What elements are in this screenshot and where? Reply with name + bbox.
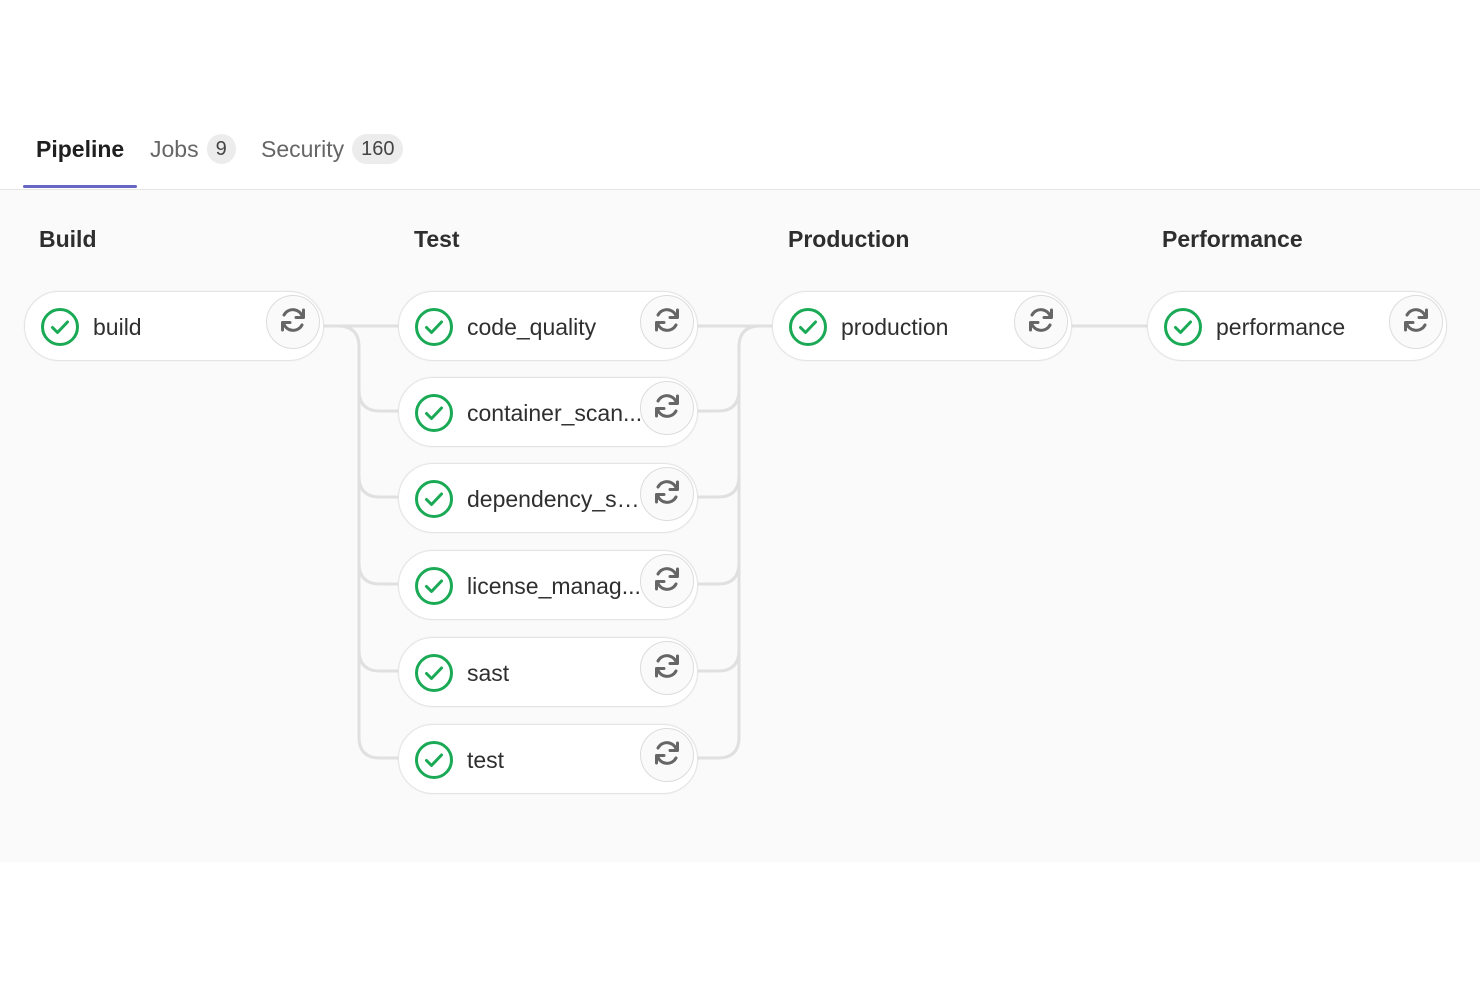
tab-security[interactable]: Security 160 xyxy=(261,128,404,188)
job-name: container_scan... xyxy=(467,400,643,426)
retry-button[interactable] xyxy=(640,728,694,782)
job-name: performance xyxy=(1216,314,1346,340)
retry-button[interactable] xyxy=(640,381,694,435)
job-build[interactable]: build xyxy=(24,291,324,361)
retry-button[interactable] xyxy=(640,295,694,349)
status-success-icon xyxy=(788,307,828,347)
job-container-scanning[interactable]: container_scan... xyxy=(398,377,698,447)
connector-test-merge xyxy=(698,324,772,760)
tab-security-label: Security xyxy=(261,136,345,162)
stage-title-production: Production xyxy=(788,226,910,252)
status-success-icon xyxy=(414,393,454,433)
tab-jobs-label: Jobs xyxy=(150,136,199,162)
connector-merge-dependency xyxy=(698,475,741,499)
retry-button[interactable] xyxy=(266,295,320,349)
connector-test-branch-license xyxy=(357,562,398,586)
pipeline-tabs: Pipeline Jobs 9 Security 160 xyxy=(0,0,1480,190)
retry-icon xyxy=(1026,305,1056,340)
retry-icon xyxy=(652,738,682,773)
stage-title-test: Test xyxy=(414,226,460,252)
job-performance[interactable]: performance xyxy=(1147,291,1447,361)
retry-button[interactable] xyxy=(1014,295,1068,349)
job-name: production xyxy=(841,314,949,340)
job-dependency-scanning[interactable]: dependency_sc... xyxy=(398,463,698,533)
pipeline-graph: Build Test Production Performance build … xyxy=(0,190,1480,862)
status-success-icon xyxy=(414,566,454,606)
job-license-management[interactable]: license_manag... xyxy=(398,550,698,620)
tab-pipeline-label: Pipeline xyxy=(36,136,125,162)
connector-test-branch-dependency xyxy=(357,475,398,499)
security-count-badge: 160 xyxy=(352,134,404,164)
active-tab-indicator xyxy=(23,185,137,188)
job-name: license_manag... xyxy=(467,573,641,599)
connector-build-test-branch xyxy=(324,324,398,760)
connector-merge-license xyxy=(698,562,741,586)
jobs-count-badge: 9 xyxy=(206,134,236,164)
status-success-icon xyxy=(414,740,454,780)
job-sast[interactable]: sast xyxy=(398,637,698,707)
job-name: build xyxy=(93,314,142,340)
retry-icon xyxy=(652,651,682,686)
retry-button[interactable] xyxy=(640,467,694,521)
retry-icon xyxy=(652,477,682,512)
connector-merge-container xyxy=(698,389,741,413)
retry-button[interactable] xyxy=(640,641,694,695)
retry-icon xyxy=(652,564,682,599)
connector-test-branch-sast xyxy=(357,649,398,673)
stage-title-performance: Performance xyxy=(1162,226,1303,252)
retry-icon xyxy=(1401,305,1431,340)
tab-jobs[interactable]: Jobs 9 xyxy=(150,128,236,188)
retry-button[interactable] xyxy=(640,554,694,608)
job-code-quality[interactable]: code_quality xyxy=(398,291,698,361)
job-name: dependency_sc... xyxy=(467,486,647,512)
status-success-icon xyxy=(414,653,454,693)
status-success-icon xyxy=(414,307,454,347)
connector-test-branch-container xyxy=(357,389,398,413)
tab-pipeline[interactable]: Pipeline xyxy=(36,128,124,188)
status-success-icon xyxy=(1163,307,1203,347)
job-test[interactable]: test xyxy=(398,724,698,794)
retry-button[interactable] xyxy=(1389,295,1443,349)
status-success-icon xyxy=(414,479,454,519)
retry-icon xyxy=(652,391,682,426)
retry-icon xyxy=(652,305,682,340)
retry-icon xyxy=(278,305,308,340)
job-name: test xyxy=(467,747,505,773)
stage-title-build: Build xyxy=(39,226,97,252)
job-name: code_quality xyxy=(467,314,597,340)
connector-merge-sast xyxy=(698,649,741,673)
status-success-icon xyxy=(40,307,80,347)
job-production[interactable]: production xyxy=(772,291,1072,361)
job-name: sast xyxy=(467,660,510,686)
